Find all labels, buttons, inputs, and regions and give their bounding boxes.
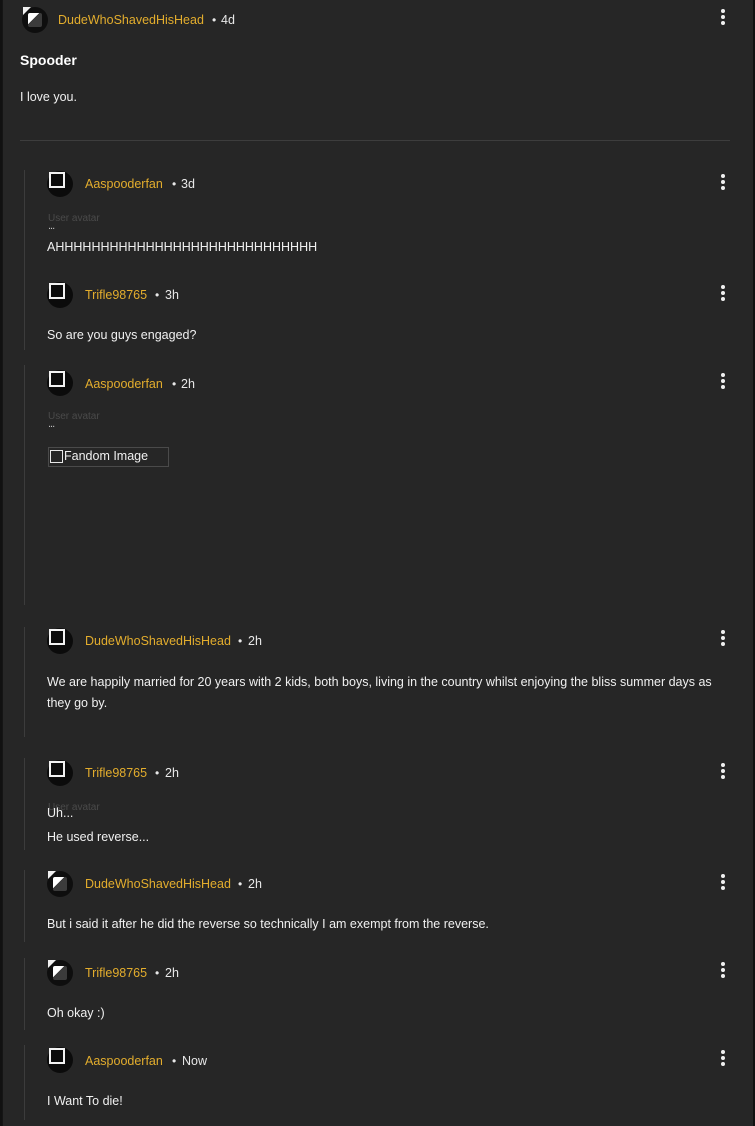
reply-ellipsis: ... (48, 418, 55, 430)
reply-thread-line (24, 627, 25, 737)
broken-image-icon (49, 1048, 65, 1064)
reply-body-line: Uh... (47, 806, 74, 820)
reply-thread-line (24, 870, 25, 942)
reply-author-name[interactable]: Trifle98765 (85, 766, 147, 780)
reply-thread-line (24, 1045, 25, 1120)
meta-separator: • (238, 634, 243, 648)
post-timestamp[interactable]: 4d (221, 13, 235, 27)
avatar-photo (53, 966, 67, 980)
meta-separator: • (238, 877, 243, 891)
avatar-alt-text: User avatar (48, 213, 100, 224)
meta-separator: • (172, 377, 177, 391)
reply-timestamp[interactable]: Now (182, 1054, 207, 1068)
meta-separator: • (212, 13, 217, 27)
more-options-icon[interactable] (718, 9, 728, 25)
reply-author-avatar[interactable] (47, 171, 73, 197)
meta-separator: • (155, 966, 160, 980)
reply-author-name[interactable]: DudeWhoShavedHisHead (85, 877, 231, 891)
more-options-icon[interactable] (718, 630, 728, 646)
reply-timestamp[interactable]: 3d (181, 177, 195, 191)
broken-image-icon (49, 629, 65, 645)
post-body: I love you. (20, 90, 77, 104)
image-alt-text: Fandom Image (64, 449, 149, 463)
reply-author-avatar[interactable] (47, 628, 73, 654)
reply-timestamp[interactable]: 2h (165, 966, 179, 980)
avatar-photo (53, 877, 67, 891)
avatar-photo (28, 13, 42, 27)
reply-body: We are happily married for 20 years with… (47, 675, 712, 710)
broken-image-icon (49, 371, 65, 387)
meta-separator: • (155, 766, 160, 780)
reply-author-avatar[interactable] (47, 760, 73, 786)
post-title: Spooder (20, 52, 77, 68)
reply-thread-line (24, 758, 25, 850)
reply-author-avatar[interactable] (47, 282, 73, 308)
discussion-thread: DudeWhoShavedHisHead • 4d Spooder I love… (2, 0, 753, 1126)
broken-image-icon (50, 450, 63, 463)
reply-author-name[interactable]: Aaspooderfan (85, 1054, 163, 1068)
reply-body: Oh okay :) (47, 1006, 105, 1020)
broken-image-icon (49, 172, 65, 188)
reply-thread-line (24, 958, 25, 1030)
reply-body: I Want To die! (47, 1094, 123, 1108)
post-divider (20, 140, 730, 141)
more-options-icon[interactable] (718, 962, 728, 978)
reply-thread-line (24, 170, 25, 350)
more-options-icon[interactable] (718, 874, 728, 890)
reply-body: So are you guys engaged? (47, 328, 197, 342)
meta-separator: • (172, 1054, 177, 1068)
reply-author-name[interactable]: Aaspooderfan (85, 377, 163, 391)
more-options-icon[interactable] (718, 763, 728, 779)
reply-timestamp[interactable]: 2h (248, 877, 262, 891)
reply-body: AHHHHHHHHHHHHHHHHHHHHHHHHHHHHH (47, 240, 318, 254)
fandom-image[interactable]: Fandom Image (48, 447, 169, 467)
reply-author-avatar[interactable] (47, 960, 73, 986)
reply-timestamp[interactable]: 2h (181, 377, 195, 391)
reply-body-line: He used reverse... (47, 830, 150, 844)
reply-timestamp[interactable]: 2h (165, 766, 179, 780)
post-author-avatar[interactable] (22, 7, 48, 33)
reply-author-name[interactable]: DudeWhoShavedHisHead (85, 634, 231, 648)
reply-author-name[interactable]: Trifle98765 (85, 966, 147, 980)
post-author-name[interactable]: DudeWhoShavedHisHead (58, 13, 204, 27)
reply-timestamp[interactable]: 3h (165, 288, 179, 302)
reply-timestamp[interactable]: 2h (248, 634, 262, 648)
reply-author-avatar[interactable] (47, 871, 73, 897)
broken-image-icon (49, 283, 65, 299)
more-options-icon[interactable] (718, 1050, 728, 1066)
reply-author-name[interactable]: Trifle98765 (85, 288, 147, 302)
reply-body: But i said it after he did the reverse s… (47, 917, 489, 931)
reply-ellipsis: ... (48, 220, 55, 232)
broken-image-icon (49, 761, 65, 777)
more-options-icon[interactable] (718, 285, 728, 301)
more-options-icon[interactable] (718, 174, 728, 190)
reply-author-avatar[interactable] (47, 370, 73, 396)
more-options-icon[interactable] (718, 373, 728, 389)
reply-thread-line (24, 365, 25, 605)
reply-author-name[interactable]: Aaspooderfan (85, 177, 163, 191)
reply-author-avatar[interactable] (47, 1047, 73, 1073)
avatar-alt-text: User avatar (48, 411, 100, 422)
meta-separator: • (155, 288, 160, 302)
meta-separator: • (172, 177, 177, 191)
